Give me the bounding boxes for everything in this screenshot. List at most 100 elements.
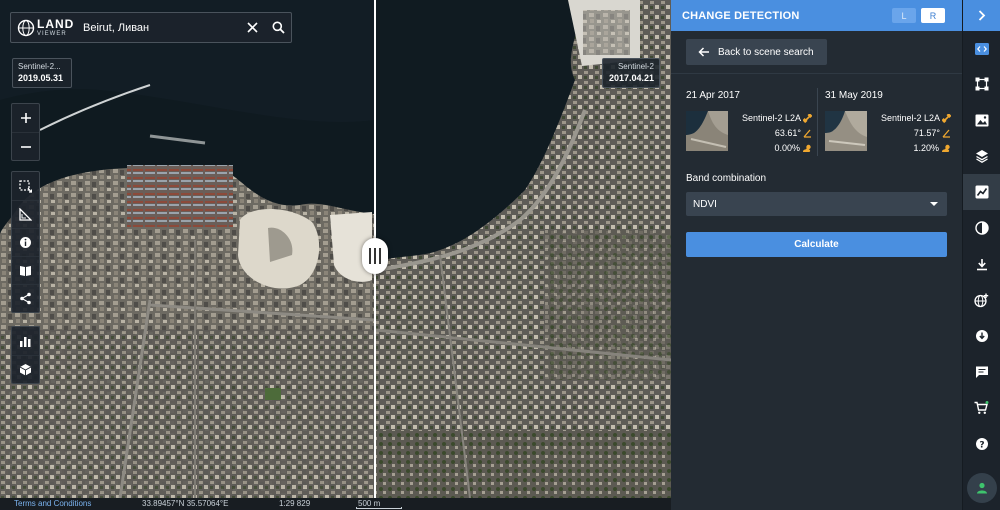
scene-a-source: Sentinel-2 L2A xyxy=(741,113,801,123)
back-to-scene-search-button[interactable]: Back to scene search xyxy=(686,39,827,65)
contrast-icon xyxy=(974,221,989,235)
map-extra-tools xyxy=(11,326,40,384)
app: LAND VIEWER Sentinel-2... 2019.05.31 Sen… xyxy=(0,0,1000,510)
right-rail: ? xyxy=(962,0,1000,510)
logo-text-main: LAND xyxy=(37,17,75,31)
rail-messages-button[interactable] xyxy=(963,354,1000,390)
bar-chart-icon xyxy=(20,336,31,347)
rail-contrast-button[interactable] xyxy=(963,210,1000,246)
scene-a-thumbnail xyxy=(686,111,728,151)
cloud-sun-icon xyxy=(803,144,811,152)
right-scene-label[interactable]: Sentinel-2 2017.04.21 xyxy=(602,58,660,88)
band-combination-label: Band combination xyxy=(686,173,767,184)
panel-header: CHANGE DETECTION L R xyxy=(671,0,962,31)
change-detection-panel: CHANGE DETECTION L R Back to scene searc… xyxy=(671,0,962,510)
scene-b-sun-angle: 71.57° xyxy=(913,128,940,138)
search-bar: LAND VIEWER xyxy=(10,12,292,43)
search-icon xyxy=(272,21,285,34)
chevron-right-icon xyxy=(978,10,985,21)
left-scene-label[interactable]: Sentinel-2... 2019.05.31 xyxy=(12,58,72,88)
scene-separator xyxy=(817,88,818,156)
rail-add-globe-button[interactable] xyxy=(963,282,1000,318)
left-scene-source: Sentinel-2... xyxy=(18,62,61,71)
clear-search-button[interactable] xyxy=(239,13,265,42)
scene-b-date: 31 May 2019 xyxy=(825,90,883,101)
scene-a-card[interactable]: 21 Apr 2017 Sentinel-2 L2A 63.61° 0.00% xyxy=(686,90,812,153)
collapse-panel-button[interactable] xyxy=(963,0,1000,31)
status-bar: Terms and Conditions 33.89457°N 35.57064… xyxy=(0,498,671,510)
back-button-label: Back to scene search xyxy=(718,46,814,58)
info-button[interactable] xyxy=(12,228,39,256)
left-view-toggle[interactable]: L xyxy=(892,8,916,23)
zoom-out-icon xyxy=(20,145,31,148)
zoom-in-icon xyxy=(20,113,31,123)
terms-link[interactable]: Terms and Conditions xyxy=(14,498,91,510)
rail-cart-button[interactable] xyxy=(963,390,1000,426)
right-view-toggle[interactable]: R xyxy=(921,8,945,23)
search-button[interactable] xyxy=(265,13,291,42)
polygon-icon xyxy=(975,77,988,91)
map-scale: 1:29 829 xyxy=(279,499,311,508)
layers-icon xyxy=(975,150,988,163)
info-icon xyxy=(20,237,31,248)
map-view[interactable]: LAND VIEWER Sentinel-2... 2019.05.31 Sen… xyxy=(0,0,671,510)
calculate-button[interactable]: Calculate xyxy=(686,232,947,257)
arrow-left-icon xyxy=(698,47,709,57)
rail-polygon-button[interactable] xyxy=(963,66,1000,102)
message-icon xyxy=(975,366,988,378)
ruler-button[interactable] xyxy=(12,200,39,228)
download-circle-icon xyxy=(975,330,988,342)
3d-view-button[interactable] xyxy=(12,355,39,383)
angle-icon xyxy=(803,129,811,138)
cube-icon xyxy=(19,364,32,376)
rail-image-button[interactable] xyxy=(963,102,1000,138)
scene-a-info: Sentinel-2 L2A 63.61° 0.00% xyxy=(742,111,812,156)
angle-icon xyxy=(942,129,950,138)
zoom-controls xyxy=(11,103,40,161)
help-icon: ? xyxy=(975,438,988,450)
cursor-coordinates: 33.89457°N 35.57064°E xyxy=(142,499,229,508)
user-avatar[interactable] xyxy=(967,473,997,503)
rail-analytics-button[interactable] xyxy=(963,174,1000,210)
scene-a-sun-angle: 63.61° xyxy=(774,128,801,138)
scene-b-card[interactable]: 31 May 2019 Sentinel-2 L2A 71.57° 1.20% xyxy=(825,90,951,153)
satellite-icon xyxy=(942,114,951,123)
select-area-icon xyxy=(19,179,32,193)
select-area-button[interactable] xyxy=(12,172,39,200)
share-button[interactable] xyxy=(12,284,39,312)
scene-b-cloud-cover: 1.20% xyxy=(913,143,939,153)
statistics-button[interactable] xyxy=(12,327,39,355)
scene-b-thumbnail xyxy=(825,111,867,151)
search-input[interactable] xyxy=(75,13,239,42)
code-icon xyxy=(974,42,989,55)
analytics-icon xyxy=(975,185,988,199)
close-icon xyxy=(246,22,258,33)
zoom-out-button[interactable] xyxy=(12,132,39,160)
download-icon xyxy=(976,258,987,270)
scale-bar xyxy=(356,507,402,509)
right-scene-source: Sentinel-2 xyxy=(617,62,654,71)
cart-icon xyxy=(974,401,989,414)
svg-text:?: ? xyxy=(979,440,984,450)
rail-layers-button[interactable] xyxy=(963,138,1000,174)
scene-a-cloud-cover: 0.00% xyxy=(774,143,800,153)
image-icon xyxy=(975,114,988,126)
rail-help-button[interactable]: ? xyxy=(963,426,1000,462)
logo-text-sub: VIEWER xyxy=(37,31,67,37)
right-scene-date: 2017.04.21 xyxy=(608,73,654,83)
split-handle[interactable] xyxy=(362,238,388,274)
globe-add-icon xyxy=(974,293,989,307)
rail-download-circle-button[interactable] xyxy=(963,318,1000,354)
ruler-icon xyxy=(19,208,32,221)
caret-down-icon xyxy=(930,202,938,206)
scene-b-source: Sentinel-2 L2A xyxy=(880,113,940,123)
band-combination-select[interactable]: NDVI xyxy=(686,192,947,216)
app-logo[interactable]: LAND VIEWER xyxy=(11,13,75,42)
scene-a-date: 21 Apr 2017 xyxy=(686,90,740,101)
rail-code-button[interactable] xyxy=(963,31,1000,66)
satellite-icon xyxy=(803,114,812,123)
book-button[interactable] xyxy=(12,256,39,284)
share-icon xyxy=(20,292,31,305)
rail-download-button[interactable] xyxy=(963,246,1000,282)
zoom-in-button[interactable] xyxy=(12,104,39,132)
